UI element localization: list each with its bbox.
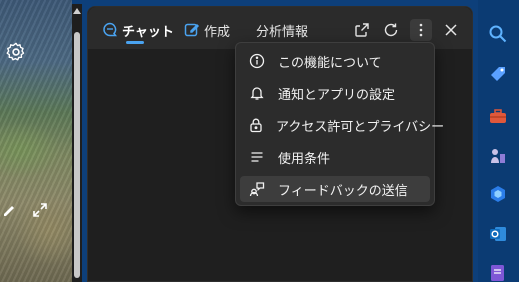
scrollbar[interactable] bbox=[72, 4, 82, 282]
menu-item-label: フィードバックの送信 bbox=[278, 183, 408, 199]
tab-chat-label: チャット bbox=[122, 24, 174, 40]
more-options-button[interactable] bbox=[410, 19, 432, 41]
menu-item-label: この機能について bbox=[278, 55, 382, 71]
settings-button[interactable] bbox=[4, 40, 28, 64]
taskbar bbox=[478, 0, 519, 282]
copilot-icon[interactable] bbox=[486, 182, 510, 206]
menu-item-notifications[interactable]: 通知とアプリの設定 bbox=[240, 80, 430, 106]
notes-icon[interactable] bbox=[486, 260, 510, 282]
open-external-button[interactable] bbox=[351, 19, 373, 41]
close-icon bbox=[445, 24, 457, 36]
pen-icon[interactable] bbox=[2, 202, 18, 218]
toolbox-icon[interactable] bbox=[486, 104, 510, 128]
compose-icon bbox=[184, 23, 200, 37]
list-icon bbox=[248, 148, 266, 166]
chat-icon bbox=[103, 22, 117, 37]
open-external-icon bbox=[355, 23, 369, 37]
tab-compose-label: 作成 bbox=[204, 24, 231, 40]
bell-icon bbox=[248, 84, 266, 102]
menu-item-label: 使用条件 bbox=[278, 151, 331, 167]
gear-icon bbox=[6, 42, 25, 61]
tab-compose[interactable]: 作成 bbox=[184, 20, 230, 40]
search-icon[interactable] bbox=[486, 22, 510, 46]
menu-item-terms[interactable]: 使用条件 bbox=[240, 144, 430, 170]
scroll-thumb[interactable] bbox=[74, 32, 80, 278]
tag-icon[interactable] bbox=[486, 62, 510, 86]
tab-chat[interactable]: チャット bbox=[102, 20, 174, 40]
active-tab-indicator bbox=[126, 41, 144, 44]
menu-item-label: 通知とアプリの設定 bbox=[278, 87, 396, 103]
menu-item-feedback[interactable]: フィードバックの送信 bbox=[240, 176, 430, 202]
chess-icon[interactable] bbox=[486, 144, 510, 168]
menu-item-about[interactable]: この機能について bbox=[240, 48, 430, 74]
close-button[interactable] bbox=[440, 19, 462, 41]
refresh-button[interactable] bbox=[380, 19, 402, 41]
more-options-icon bbox=[419, 23, 423, 37]
more-options-menu: この機能について 通知とアプリの設定 アクセス許可とプライバシー 使用条件 フィ… bbox=[235, 42, 444, 206]
menu-item-privacy[interactable]: アクセス許可とプライバシー bbox=[240, 112, 444, 138]
scroll-up-arrow-icon[interactable] bbox=[73, 8, 81, 14]
refresh-icon bbox=[384, 23, 398, 37]
lock-icon bbox=[248, 116, 264, 134]
outlook-icon[interactable] bbox=[486, 222, 510, 246]
menu-item-label: アクセス許可とプライバシー bbox=[276, 119, 445, 135]
info-icon bbox=[248, 52, 266, 70]
tab-insights[interactable]: 分析情報 bbox=[256, 20, 308, 40]
tab-insights-label: 分析情報 bbox=[256, 24, 309, 40]
expand-icon[interactable] bbox=[32, 202, 48, 218]
feedback-icon bbox=[248, 180, 266, 198]
